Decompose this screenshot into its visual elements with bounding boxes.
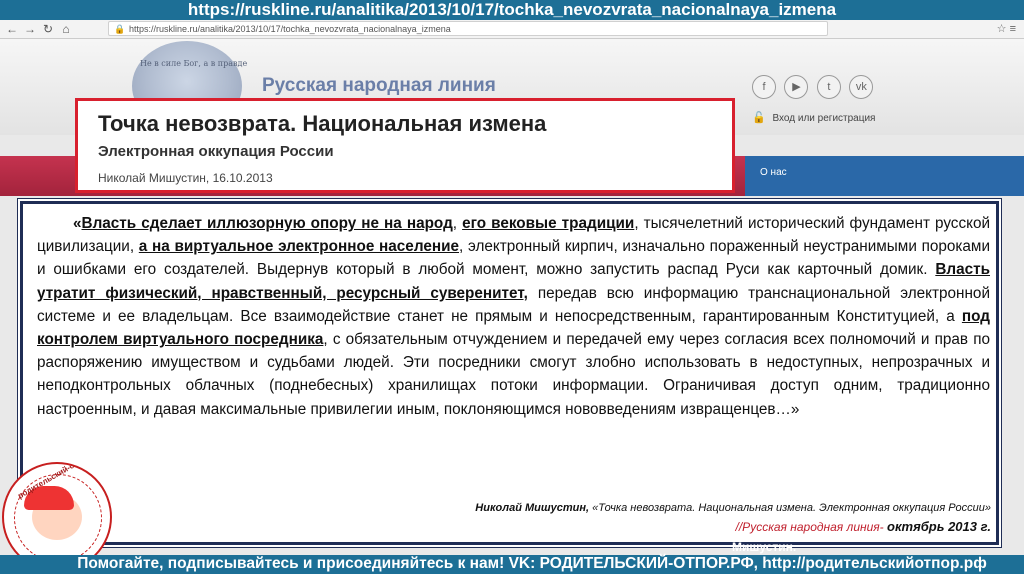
quote-part: ,: [452, 215, 463, 232]
article-author-date: Николай Мишустин, 16.10.2013: [98, 171, 273, 185]
facebook-icon[interactable]: f: [752, 75, 776, 99]
reload-icon[interactable]: ↻: [40, 21, 56, 37]
source-date: октябрь 2013 г.: [887, 519, 991, 534]
article-title-box: Точка невозврата. Национальная измена Эл…: [75, 98, 735, 193]
browser-toolbar: ← → ↻ ⌂ 🔒 https://ruskline.ru/analitika/…: [0, 20, 1024, 39]
url-caption: https://ruskline.ru/analitika/2013/10/17…: [0, 0, 1024, 20]
seal-motto: Не в силе Бог, а в правде: [140, 59, 248, 68]
back-icon[interactable]: ←: [4, 21, 20, 37]
footer-text: Помогайте, подписывайтесь и присоединяйт…: [77, 555, 987, 572]
forward-icon[interactable]: →: [22, 21, 38, 37]
signature-name: Николай Мишустин,: [475, 502, 590, 514]
behind-label: Мишустин.: [732, 540, 797, 554]
nav-item-about[interactable]: О нас: [760, 167, 787, 178]
quote-signature: Николай Мишустин, «Точка невозврата. Нац…: [475, 502, 991, 514]
quote-emphasis: а на виртуальное электронное население: [138, 238, 459, 256]
lock-icon: 🔒: [114, 24, 126, 34]
quote-emphasis: Власть сделает иллюзорную опору не на на…: [81, 215, 453, 232]
article-title: Точка невозврата. Национальная измена: [98, 111, 547, 136]
lock-icon: 🔓: [752, 112, 766, 124]
home-icon[interactable]: ⌂: [58, 21, 74, 37]
quote-text: «Власть сделает иллюзорную опору не на н…: [37, 212, 990, 421]
signature-work: «Точка невозврата. Национальная измена. …: [589, 502, 991, 514]
browser-menu-icon[interactable]: ☆ ≡: [997, 22, 1016, 35]
vk-icon[interactable]: vk: [849, 75, 874, 99]
social-links: f ▶ t vk: [752, 75, 877, 99]
login-label: Вход или регистрация: [772, 113, 876, 124]
twitter-icon[interactable]: t: [816, 75, 841, 99]
site-title[interactable]: Русская народная линия: [262, 75, 496, 97]
source-name: //Русская народная линия-: [735, 520, 888, 534]
youtube-icon[interactable]: ▶: [784, 75, 809, 99]
login-link[interactable]: 🔓 Вход или регистрация: [752, 111, 875, 124]
quote-emphasis: его вековые традиции: [462, 215, 635, 232]
address-text: https://ruskline.ru/analitika/2013/10/17…: [129, 24, 451, 34]
quote-open: «: [73, 215, 82, 232]
nav-bar-blue: [745, 156, 1024, 196]
address-bar[interactable]: 🔒 https://ruskline.ru/analitika/2013/10/…: [108, 21, 828, 36]
article-subtitle: Электронная оккупация России: [98, 143, 334, 160]
quote-source: //Русская народная линия- октябрь 2013 г…: [736, 519, 991, 534]
